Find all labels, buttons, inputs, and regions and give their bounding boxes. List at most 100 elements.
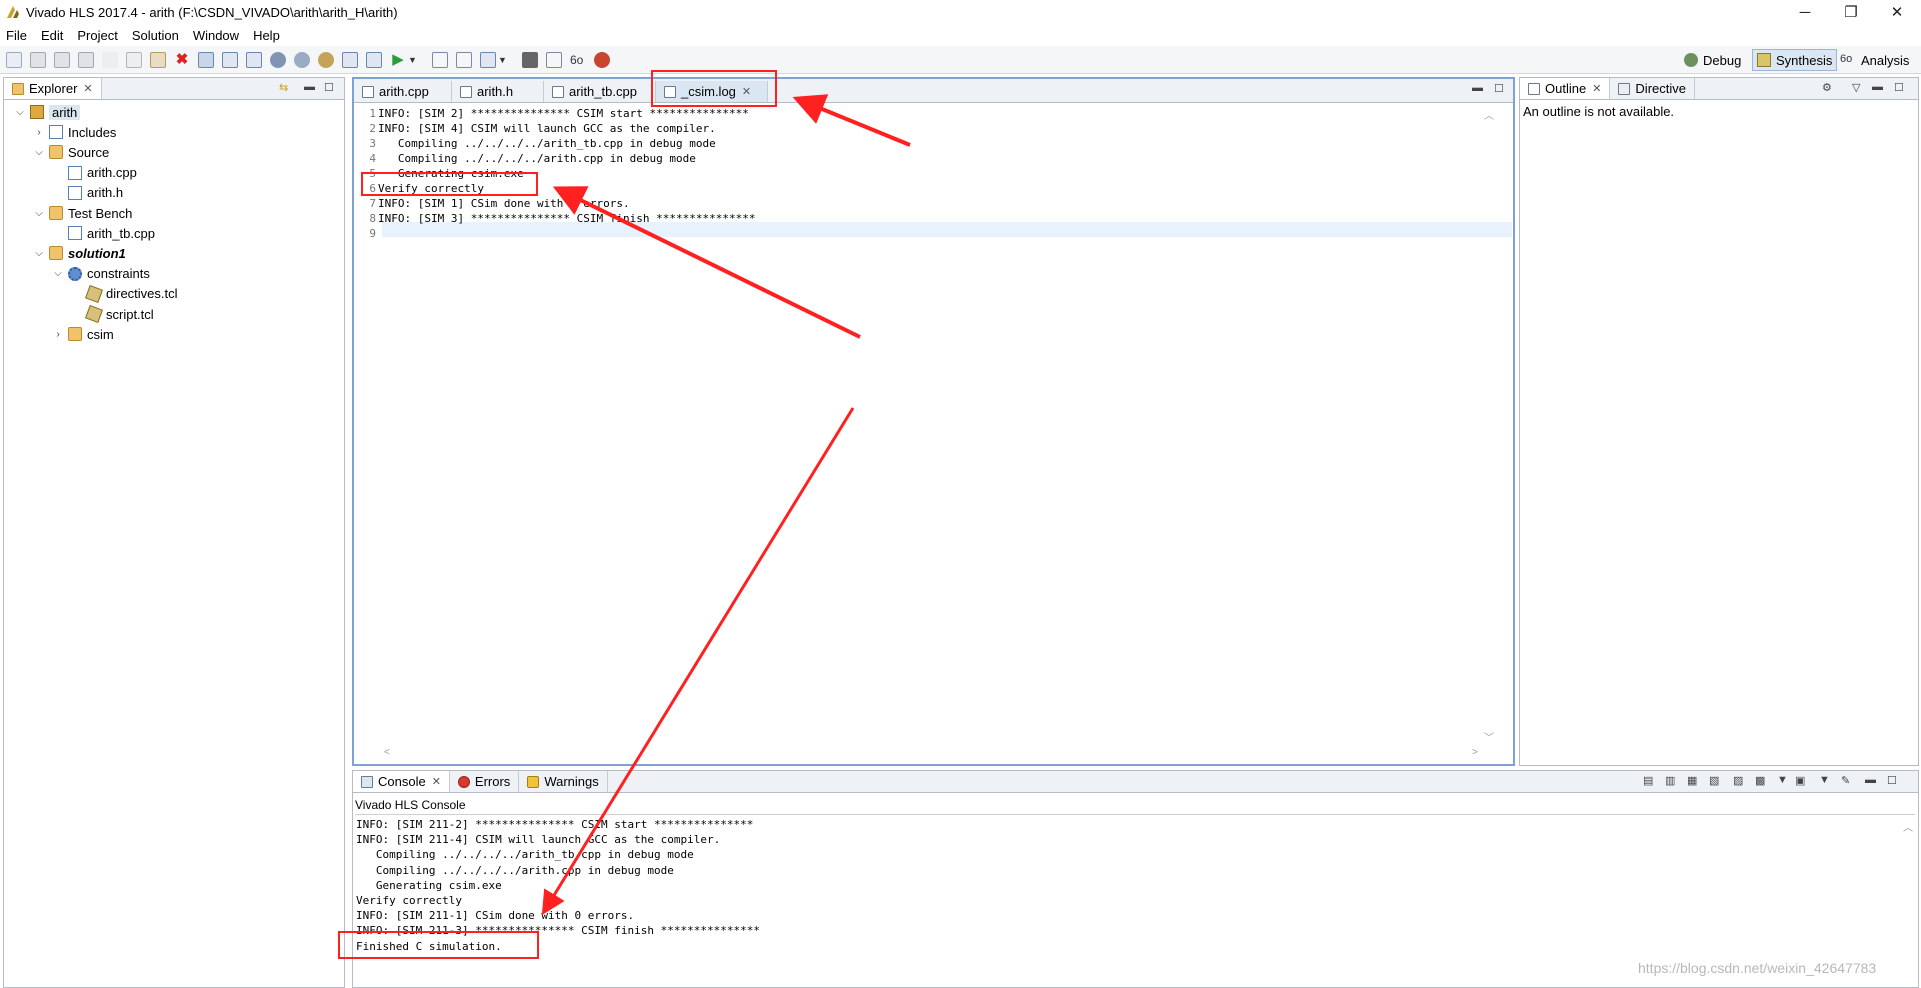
minimize-panel-icon[interactable]: ▬: [304, 81, 315, 93]
analysis-icon[interactable]: 6o: [570, 52, 586, 68]
tab-console[interactable]: Console ✕: [353, 771, 450, 792]
index-source-icon[interactable]: [294, 51, 310, 68]
perspective-debug[interactable]: Debug: [1680, 49, 1745, 71]
chevron-down-icon[interactable]: ⌵: [52, 268, 64, 279]
tree-item-solution1[interactable]: ⌵ solution1: [33, 245, 126, 261]
maximize-panel-icon[interactable]: ☐: [1894, 81, 1904, 94]
chevron-right-icon[interactable]: ›: [52, 329, 64, 340]
help-lifebuoy-icon[interactable]: [594, 51, 610, 68]
tree-item-test-bench[interactable]: ⌵ Test Bench: [33, 205, 132, 221]
tree-item-arith-cpp[interactable]: arith.cpp: [52, 165, 137, 181]
link-with-editor-icon[interactable]: ⇆: [279, 81, 288, 94]
tab-warnings[interactable]: Warnings: [519, 771, 608, 792]
tab-errors[interactable]: Errors: [449, 771, 520, 792]
save-as-icon[interactable]: [54, 51, 70, 68]
perspective-synthesis[interactable]: Synthesis: [1752, 49, 1838, 71]
menu-window[interactable]: Window: [193, 28, 239, 43]
open-report-icon[interactable]: [342, 51, 358, 68]
close-window-button[interactable]: ✕: [1874, 0, 1920, 24]
tree-item-arith-h[interactable]: arith.h: [52, 185, 123, 201]
show-console-icon[interactable]: ▧: [1709, 774, 1719, 787]
stop-icon[interactable]: [522, 51, 538, 68]
tree-item-directives-tcl[interactable]: directives.tcl: [71, 284, 178, 303]
edit-console-icon[interactable]: ✎: [1841, 774, 1850, 787]
word-wrap-icon[interactable]: ▦: [1687, 774, 1697, 787]
minimize-panel-icon[interactable]: ▬: [1865, 774, 1876, 786]
chevron-down-icon[interactable]: ⌵: [33, 208, 45, 219]
delete-icon[interactable]: ✖: [174, 51, 190, 68]
maximize-panel-icon[interactable]: ☐: [1494, 82, 1504, 95]
console-dropdown-icon[interactable]: ▼: [1777, 774, 1788, 786]
project-icon: [30, 105, 44, 119]
tab-outline[interactable]: Outline ✕: [1520, 78, 1611, 99]
open-console-icon[interactable]: ▣: [1795, 774, 1805, 787]
tab-explorer[interactable]: Explorer ✕: [4, 78, 102, 99]
restore-button[interactable]: ❐: [1828, 0, 1874, 24]
line-number: 3: [369, 137, 376, 150]
copy-icon[interactable]: [126, 51, 142, 68]
console-tabbar: Console ✕ Errors Warnings: [353, 771, 1918, 793]
display-console-icon[interactable]: ▩: [1755, 774, 1765, 787]
tab-arith-h[interactable]: arith.h: [452, 81, 544, 102]
close-icon[interactable]: ✕: [1592, 82, 1601, 95]
index-clear-icon[interactable]: [318, 51, 334, 68]
tree-item-source[interactable]: ⌵ Source: [33, 144, 109, 160]
scroll-lock-icon[interactable]: ▥: [1665, 774, 1675, 787]
solution-settings-icon[interactable]: [270, 51, 286, 68]
console-line: Generating csim.exe: [356, 878, 502, 892]
console-scroll-up-icon[interactable]: ︿: [1903, 819, 1913, 834]
export-dropdown-icon[interactable]: ▼: [498, 52, 514, 68]
new-solution-icon[interactable]: [246, 51, 262, 68]
menu-help[interactable]: Help: [253, 28, 280, 43]
menu-solution[interactable]: Solution: [132, 28, 179, 43]
cut-icon[interactable]: [102, 51, 118, 68]
export-rtl-icon[interactable]: [480, 51, 496, 68]
c-synthesis-icon[interactable]: [432, 51, 448, 68]
tree-item-arith-tb-cpp[interactable]: arith_tb.cpp: [52, 225, 155, 241]
scroll-left-icon[interactable]: <: [384, 747, 390, 758]
chevron-down-icon[interactable]: ⌵: [33, 248, 45, 259]
scroll-down-icon[interactable]: ﹀: [1484, 729, 1494, 744]
tab-directive[interactable]: Directive: [1610, 78, 1695, 99]
open-wave-icon[interactable]: [366, 51, 382, 68]
menu-edit[interactable]: Edit: [41, 28, 63, 43]
close-icon[interactable]: ✕: [432, 775, 441, 788]
perspective-analysis[interactable]: 6o Analysis: [1836, 49, 1913, 71]
tree-item-constraints[interactable]: ⌵ constraints: [52, 266, 150, 282]
maximize-panel-icon[interactable]: ☐: [324, 81, 334, 94]
paste-icon[interactable]: [150, 51, 166, 68]
view-menu-icon[interactable]: ⚙: [1822, 81, 1832, 94]
save-all-icon[interactable]: [78, 51, 94, 68]
minimize-panel-icon[interactable]: ▬: [1472, 82, 1483, 94]
chevron-down-icon[interactable]: ⌵: [33, 147, 45, 158]
console-menu-dropdown-icon[interactable]: ▼: [1819, 774, 1830, 786]
pin-console-icon[interactable]: ▨: [1733, 774, 1743, 787]
compare-reports-icon[interactable]: [546, 51, 562, 68]
new-file-icon[interactable]: [6, 51, 22, 68]
minimize-panel-icon[interactable]: ▬: [1872, 81, 1883, 93]
minimize-button[interactable]: ─: [1782, 0, 1828, 24]
tree-item-includes[interactable]: › Includes: [33, 124, 116, 140]
menu-file[interactable]: File: [6, 28, 27, 43]
scroll-right-icon[interactable]: >: [1472, 747, 1478, 758]
console-panel: Console ✕ Errors Warnings ▤ ▥ ▦ ▧ ▨ ▩ ▼ …: [352, 770, 1919, 988]
close-icon[interactable]: ✕: [83, 82, 92, 95]
chevron-right-icon[interactable]: ›: [33, 127, 45, 138]
view-dropdown-icon[interactable]: ▽: [1852, 81, 1860, 94]
maximize-panel-icon[interactable]: ☐: [1887, 774, 1897, 787]
menu-project[interactable]: Project: [77, 28, 117, 43]
chevron-down-icon[interactable]: ⌵: [14, 107, 26, 118]
run-dropdown-icon[interactable]: ▼: [408, 52, 424, 68]
run-c-simulation-icon[interactable]: ▶: [390, 51, 406, 68]
tab-arith-cpp[interactable]: arith.cpp: [354, 81, 452, 102]
save-icon[interactable]: [30, 51, 46, 68]
print-icon[interactable]: [198, 51, 214, 68]
project-settings-icon[interactable]: [222, 51, 238, 68]
tab-arith-tb-cpp[interactable]: arith_tb.cpp: [544, 81, 656, 102]
cosimulation-icon[interactable]: [456, 51, 472, 68]
tree-item-arith[interactable]: ⌵ arith: [14, 104, 81, 120]
tree-item-csim[interactable]: › csim: [52, 326, 113, 342]
tree-item-script-tcl[interactable]: script.tcl: [71, 305, 154, 323]
clear-console-icon[interactable]: ▤: [1643, 774, 1653, 787]
scroll-up-icon[interactable]: ︿: [1484, 107, 1494, 122]
